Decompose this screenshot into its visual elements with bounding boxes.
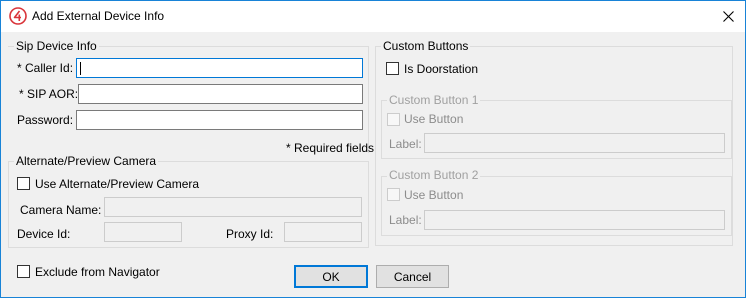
sip-aor-field[interactable] — [78, 84, 363, 104]
camera-name-label: Camera Name: — [20, 203, 102, 217]
custom-button-2-title: Custom Button 2 — [387, 168, 481, 182]
custom-buttons-title: Custom Buttons — [381, 39, 471, 53]
caller-id-field[interactable] — [76, 58, 363, 78]
alternate-camera-title: Alternate/Preview Camera — [14, 154, 159, 168]
window-title: Add External Device Info — [32, 9, 165, 23]
is-doorstation-label: Is Doorstation — [404, 62, 479, 76]
sip-device-info-title: Sip Device Info — [14, 39, 99, 53]
dialog-window: Add External Device Info Sip Device Info… — [0, 0, 746, 298]
text-caret — [80, 62, 81, 75]
app-logo-icon — [9, 7, 27, 25]
device-id-field[interactable] — [104, 222, 182, 242]
caller-id-label: * Caller Id: — [17, 61, 74, 75]
cancel-button[interactable]: Cancel — [376, 265, 449, 288]
custom-button-1-title: Custom Button 1 — [387, 93, 481, 107]
custom-button-1-use-checkbox[interactable] — [387, 113, 400, 126]
ok-button[interactable]: OK — [294, 265, 368, 288]
custom-button-2-label-label: Label: — [389, 213, 422, 227]
custom-button-2-use-checkbox[interactable] — [387, 188, 400, 201]
exclude-navigator-checkbox[interactable] — [17, 265, 30, 278]
password-field[interactable] — [76, 110, 363, 130]
password-label: Password: — [17, 113, 74, 127]
device-id-label: Device Id: — [17, 227, 71, 241]
sip-aor-label: * SIP AOR: — [19, 87, 79, 101]
custom-button-1-use-label: Use Button — [404, 112, 464, 126]
close-icon — [722, 10, 734, 22]
proxy-id-label: Proxy Id: — [226, 227, 274, 241]
custom-button-1-label-field[interactable] — [424, 133, 725, 153]
proxy-id-field[interactable] — [284, 222, 362, 242]
custom-button-2-use-label: Use Button — [404, 188, 464, 202]
use-alternate-camera-label: Use Alternate/Preview Camera — [35, 177, 200, 191]
close-button[interactable] — [711, 1, 745, 31]
title-bar: Add External Device Info — [1, 1, 745, 32]
custom-button-2-label-field[interactable] — [424, 210, 725, 230]
use-alternate-camera-checkbox[interactable] — [17, 177, 30, 190]
required-fields-note: * Required fields — [286, 141, 375, 155]
is-doorstation-checkbox[interactable] — [386, 62, 399, 75]
custom-button-1-label-label: Label: — [389, 137, 422, 151]
camera-name-field[interactable] — [104, 197, 362, 217]
exclude-navigator-label: Exclude from Navigator — [35, 265, 160, 279]
